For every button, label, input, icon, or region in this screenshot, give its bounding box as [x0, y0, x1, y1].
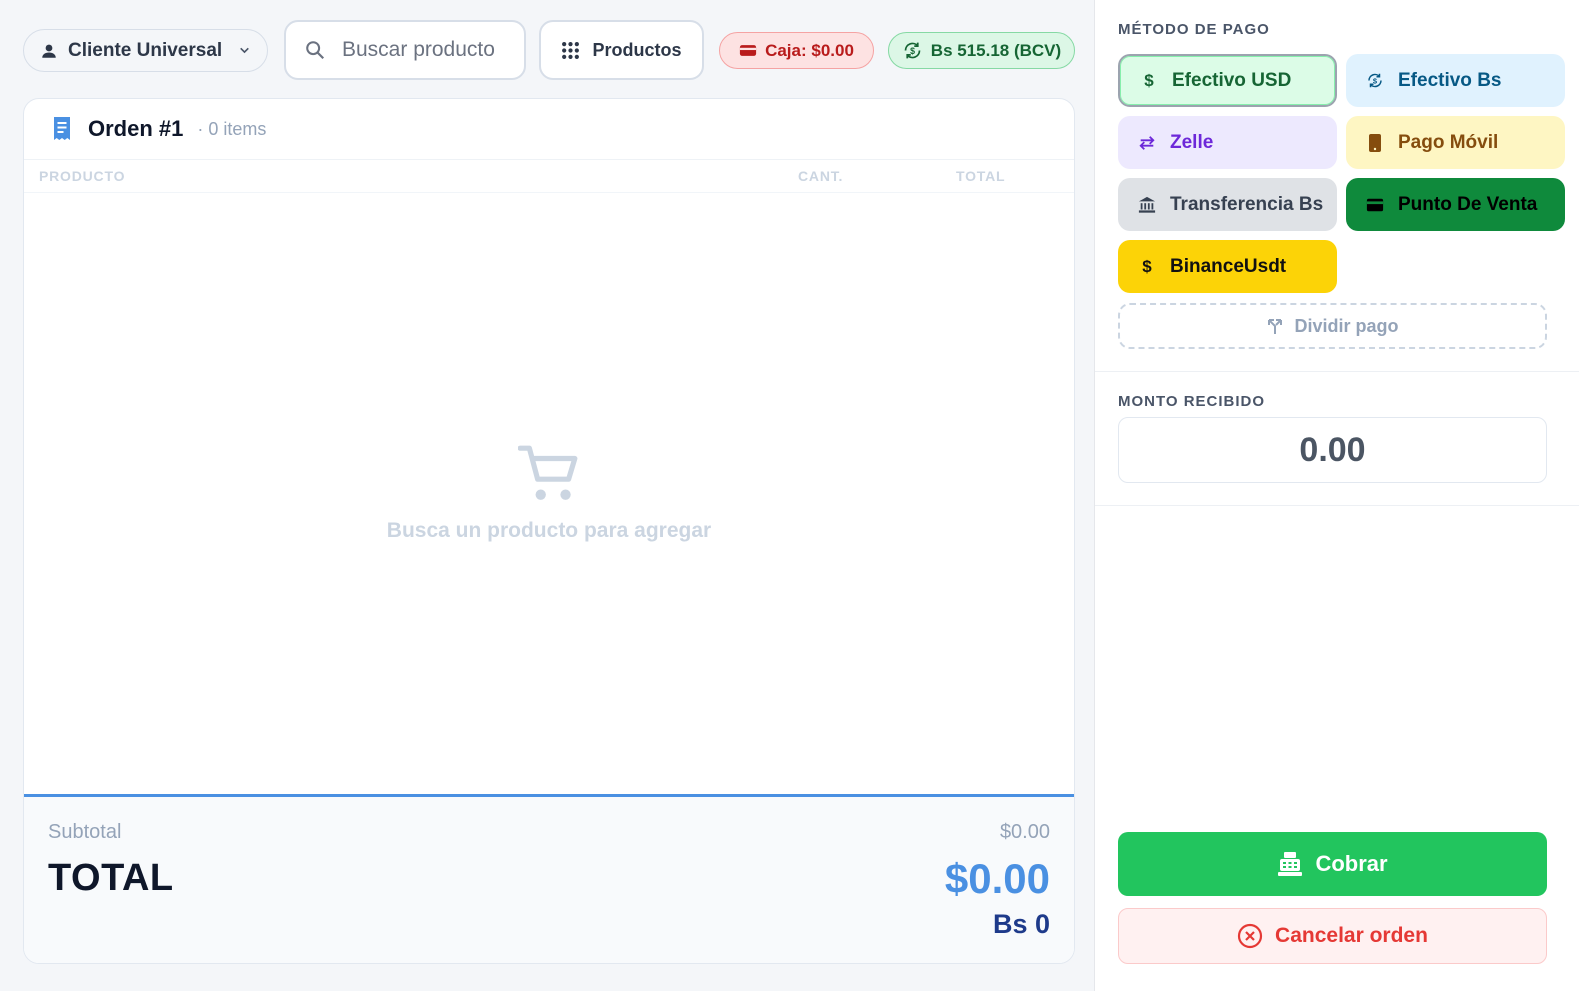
- charge-button[interactable]: Cobrar: [1118, 832, 1547, 896]
- pay-method-label: Punto De Venta: [1398, 193, 1538, 215]
- pay-method-label: BinanceUsdt: [1170, 255, 1287, 277]
- close-circle-icon: [1237, 923, 1263, 949]
- pay-method-label: Efectivo Bs: [1398, 69, 1502, 91]
- order-area: Cliente Universal Productos Caja: $0.00 …: [0, 0, 1094, 991]
- amount-received-label: MONTO RECIBIDO: [1118, 393, 1266, 410]
- pay-efectivo-bs-button[interactable]: $ Efectivo Bs: [1346, 54, 1565, 107]
- currency-exchange-icon: $: [904, 42, 921, 59]
- column-quantity: CANT.: [798, 168, 844, 184]
- payment-method-label: MÉTODO DE PAGO: [1118, 21, 1270, 38]
- phone-icon: [1369, 133, 1381, 152]
- search-icon: [306, 41, 325, 60]
- pay-method-label: Zelle: [1170, 131, 1214, 153]
- charge-label: Cobrar: [1315, 851, 1388, 876]
- column-product: PRODUCTO: [39, 168, 126, 184]
- order-header: Orden #1 · 0 items: [24, 99, 1074, 160]
- cash-register-icon: [1278, 852, 1303, 876]
- amount-received-input[interactable]: 0.00: [1118, 417, 1547, 483]
- svg-text:$: $: [1373, 77, 1378, 86]
- order-title: Orden #1: [88, 116, 184, 141]
- dollar-icon: $: [1144, 70, 1154, 90]
- subtotal-value: $0.00: [999, 821, 1050, 843]
- split-icon: [1268, 319, 1283, 334]
- pay-zelle-button[interactable]: Zelle: [1118, 116, 1337, 169]
- order-table-header: PRODUCTO CANT. TOTAL: [24, 160, 1074, 193]
- pay-binanceusdt-button[interactable]: $ BinanceUsdt: [1118, 240, 1337, 293]
- swap-arrows-icon: [1139, 135, 1155, 150]
- payment-panel: MÉTODO DE PAGO $ Efectivo USD $ Efectivo…: [1094, 0, 1579, 991]
- pay-efectivo-usd-button[interactable]: $ Efectivo USD: [1118, 54, 1337, 107]
- empty-cart-state: Busca un producto para agregar: [24, 444, 1074, 543]
- pay-transferencia-bs-button[interactable]: Transferencia Bs: [1118, 178, 1337, 231]
- card-icon: [1366, 198, 1384, 211]
- products-label: Productos: [592, 39, 682, 60]
- search-input[interactable]: [342, 38, 502, 62]
- dollar-icon: $: [1142, 256, 1152, 276]
- pay-method-label: Pago Móvil: [1398, 131, 1499, 153]
- search-box[interactable]: [284, 20, 526, 80]
- exchange-rate-badge[interactable]: $ Bs 515.18 (BCV): [888, 32, 1075, 69]
- cancel-order-button[interactable]: Cancelar orden: [1118, 908, 1547, 964]
- pay-pago-movil-button[interactable]: Pago Móvil: [1346, 116, 1565, 169]
- svg-text:$: $: [910, 46, 915, 56]
- order-card: Orden #1 · 0 items PRODUCTO CANT. TOTAL …: [23, 98, 1075, 964]
- exchange-rate-value: Bs 515.18 (BCV): [930, 40, 1062, 60]
- chevron-down-icon: [240, 47, 250, 54]
- pay-punto-de-venta-button[interactable]: Punto De Venta: [1346, 178, 1565, 231]
- bank-icon: [1138, 196, 1156, 213]
- divider: [1095, 505, 1579, 506]
- subtotal-label: Subtotal: [48, 821, 122, 843]
- wallet-icon: [739, 45, 757, 56]
- caja-amount: Caja: $0.00: [765, 40, 854, 60]
- column-total: TOTAL: [956, 168, 1006, 184]
- products-button[interactable]: Productos: [539, 20, 704, 80]
- client-selector[interactable]: Cliente Universal: [23, 29, 268, 72]
- pay-method-label: Transferencia Bs: [1170, 193, 1324, 215]
- divider: [1095, 371, 1579, 372]
- totals-section: Subtotal $0.00 TOTAL $0.00 Bs 0: [24, 794, 1074, 963]
- cash-register-badge[interactable]: Caja: $0.00: [719, 32, 874, 69]
- order-item-count: · 0 items: [197, 118, 267, 139]
- top-bar: Cliente Universal Productos Caja: $0.00 …: [23, 20, 1075, 80]
- empty-cart-text: Busca un producto para agregar: [386, 519, 712, 542]
- currency-exchange-icon: $: [1368, 73, 1382, 88]
- split-payment-label: Dividir pago: [1294, 315, 1399, 336]
- user-icon: [42, 44, 56, 58]
- pay-method-label: Efectivo USD: [1172, 69, 1292, 91]
- total-value: $0.00: [944, 855, 1050, 902]
- client-name: Cliente Universal: [68, 39, 223, 61]
- receipt-icon: [54, 117, 70, 140]
- grid-icon: [562, 41, 580, 59]
- cancel-order-label: Cancelar orden: [1275, 924, 1428, 947]
- split-payment-button[interactable]: Dividir pago: [1118, 303, 1547, 349]
- total-label: TOTAL: [48, 857, 174, 899]
- total-bs-value: Bs 0: [992, 909, 1050, 939]
- cart-icon: [517, 445, 578, 500]
